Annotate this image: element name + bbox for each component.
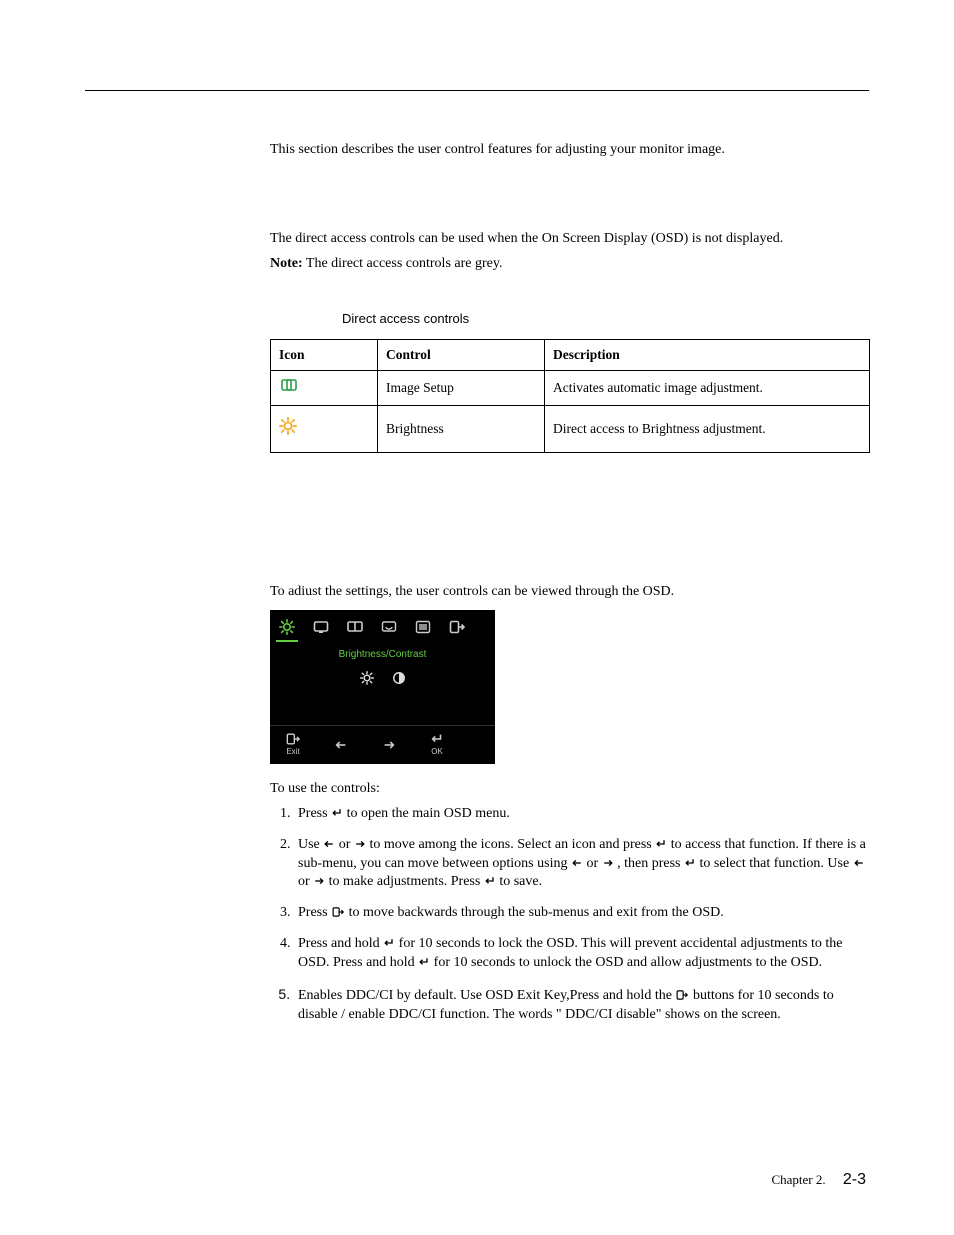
exit-icon — [331, 906, 345, 918]
cell-description: Direct access to Brightness adjustment. — [545, 405, 870, 452]
osd-ok-label: OK — [431, 747, 443, 758]
enter-icon — [484, 875, 496, 887]
page-footer: Chapter 2. 2-3 — [771, 1169, 866, 1191]
step-4: Press and hold for 10 seconds to lock th… — [294, 935, 870, 973]
table-caption: Direct access controls — [342, 310, 870, 328]
left-arrow-icon — [334, 738, 348, 752]
th-icon: Icon — [271, 340, 378, 371]
to-use-controls: To use the controls: — [270, 780, 870, 799]
content-column: This section describes the user control … — [270, 141, 870, 1025]
step-2: Use or to move among the icons. Select a… — [294, 836, 870, 893]
note-text: The direct access controls are grey. — [303, 256, 503, 271]
direct-access-table: Icon Control Description Image Setup Act… — [270, 339, 870, 452]
enter-icon — [684, 857, 696, 869]
footer-chapter: Chapter 2. — [771, 1172, 825, 1187]
enter-icon — [430, 732, 444, 746]
osd-tab-image-setup — [344, 616, 366, 638]
table-header-row: Icon Control Description — [271, 340, 870, 371]
osd-bottom-bar: Exit OK — [270, 725, 495, 764]
table-row: Brightness Direct access to Brightness a… — [271, 405, 870, 452]
sun-icon — [360, 671, 374, 685]
cell-icon-image-setup — [271, 371, 378, 405]
osd-body — [270, 667, 495, 725]
left-arrow-icon — [571, 857, 583, 869]
header-rule — [85, 90, 869, 91]
enter-icon — [383, 937, 395, 949]
right-arrow-icon — [354, 838, 366, 850]
osd-tab-exit — [446, 616, 468, 638]
note-line: Note: The direct access controls are gre… — [270, 255, 870, 274]
right-arrow-icon — [382, 738, 396, 752]
th-description: Description — [545, 340, 870, 371]
cell-icon-brightness — [271, 405, 378, 452]
direct-access-paragraph: The direct access controls can be used w… — [270, 230, 870, 249]
exit-icon — [675, 989, 689, 1001]
right-arrow-icon — [602, 857, 614, 869]
footer-page-number: 2-3 — [843, 1171, 866, 1188]
step-1: Press to open the main OSD menu. — [294, 805, 870, 824]
step-3: Press to move backwards through the sub-… — [294, 904, 870, 923]
osd-tab-position — [310, 616, 332, 638]
osd-title: Brightness/Contrast — [270, 646, 495, 668]
osd-tab-options — [412, 616, 434, 638]
image-setup-icon — [279, 377, 299, 393]
right-arrow-icon — [313, 875, 325, 887]
osd-tabs — [270, 610, 495, 646]
menu-icon — [415, 619, 431, 635]
cell-description: Activates automatic image adjustment. — [545, 371, 870, 405]
osd-tab-brightness — [276, 616, 298, 642]
exit-icon — [449, 619, 465, 635]
cell-control: Brightness — [378, 405, 545, 452]
osd-ok-button: OK — [430, 732, 444, 758]
monitor-icon — [313, 619, 329, 635]
th-control: Control — [378, 340, 545, 371]
left-arrow-icon — [853, 857, 865, 869]
page: This section describes the user control … — [0, 0, 954, 1235]
osd-mockup: Brightness/Contrast Exit OK — [270, 610, 495, 764]
monitor-split-icon — [347, 619, 363, 635]
table-row: Image Setup Activates automatic image ad… — [271, 371, 870, 405]
osd-exit-button: Exit — [286, 732, 300, 758]
exit-icon — [286, 732, 300, 746]
enter-icon — [655, 838, 667, 850]
osd-tab-color — [378, 616, 400, 638]
cell-control: Image Setup — [378, 371, 545, 405]
sun-icon — [279, 619, 295, 635]
contrast-icon — [392, 671, 406, 685]
enter-icon — [418, 956, 430, 968]
enter-icon — [331, 807, 343, 819]
step-5: Enables DDC/CI by default. Use OSD Exit … — [294, 985, 870, 1025]
brightness-icon — [279, 417, 297, 435]
osd-exit-label: Exit — [286, 747, 299, 758]
osd-lead: To adiust the settings, the user control… — [270, 583, 870, 602]
intro-paragraph: This section describes the user control … — [270, 141, 870, 160]
note-label: Note: — [270, 256, 303, 271]
monitor-swirl-icon — [381, 619, 397, 635]
steps-list: Press to open the main OSD menu. Use or … — [270, 805, 870, 1025]
left-arrow-icon — [323, 838, 335, 850]
